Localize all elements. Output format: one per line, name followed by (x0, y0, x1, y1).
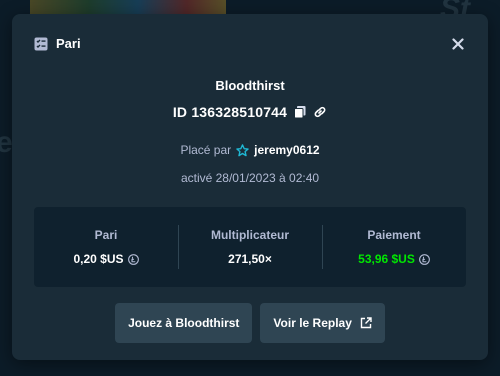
vip-star-icon (236, 143, 249, 157)
copy-icon[interactable] (293, 105, 307, 119)
link-icon[interactable] (313, 105, 327, 119)
modal-actions: Jouez à Bloodthirst Voir le Replay (12, 303, 488, 343)
bet-amount: 0,20 $US (73, 252, 124, 266)
username-link[interactable]: jeremy0612 (254, 143, 319, 157)
stat-value: 0,20 $US (73, 252, 139, 266)
litecoin-icon (127, 253, 139, 265)
stat-label: Pari (94, 228, 118, 242)
close-button[interactable] (450, 36, 466, 52)
play-game-label: Jouez à Bloodthirst (128, 316, 240, 330)
close-icon (452, 38, 464, 50)
stat-bet: Pari 0,20 $US (34, 207, 178, 287)
stat-label: Paiement (367, 228, 421, 242)
external-link-icon (360, 317, 372, 329)
stat-value: 53,96 $US (358, 252, 430, 266)
activated-date: activé 28/01/2023 à 02:40 (180, 171, 320, 185)
bet-slip-icon (34, 37, 48, 51)
view-replay-button[interactable]: Voir le Replay (260, 303, 385, 343)
multiplier-value: 271,50× (228, 252, 272, 266)
modal-header: Pari (34, 36, 81, 51)
bet-id: ID 136328510744 (172, 104, 288, 120)
payout-amount: 53,96 $US (358, 252, 415, 266)
bet-stats-panel: Pari 0,20 $US Multiplicateur 271,50× Pai… (34, 207, 466, 287)
placed-by-row: Placé par jeremy0612 (12, 143, 488, 157)
play-game-button[interactable]: Jouez à Bloodthirst (115, 303, 253, 343)
stat-multiplier: Multiplicateur 271,50× (178, 207, 322, 287)
stat-payout: Paiement 53,96 $US (322, 207, 466, 287)
litecoin-icon (418, 253, 430, 265)
game-name: Bloodthirst (215, 78, 285, 93)
bet-id-row: ID 136328510744 (12, 104, 488, 120)
view-replay-label: Voir le Replay (273, 316, 352, 330)
bet-details-modal: Pari Bloodthirst ID 136328510744 Placé p… (12, 14, 488, 360)
placed-by-label: Placé par (180, 143, 232, 157)
modal-title: Pari (56, 36, 81, 51)
stat-label: Multiplicateur (210, 228, 289, 242)
